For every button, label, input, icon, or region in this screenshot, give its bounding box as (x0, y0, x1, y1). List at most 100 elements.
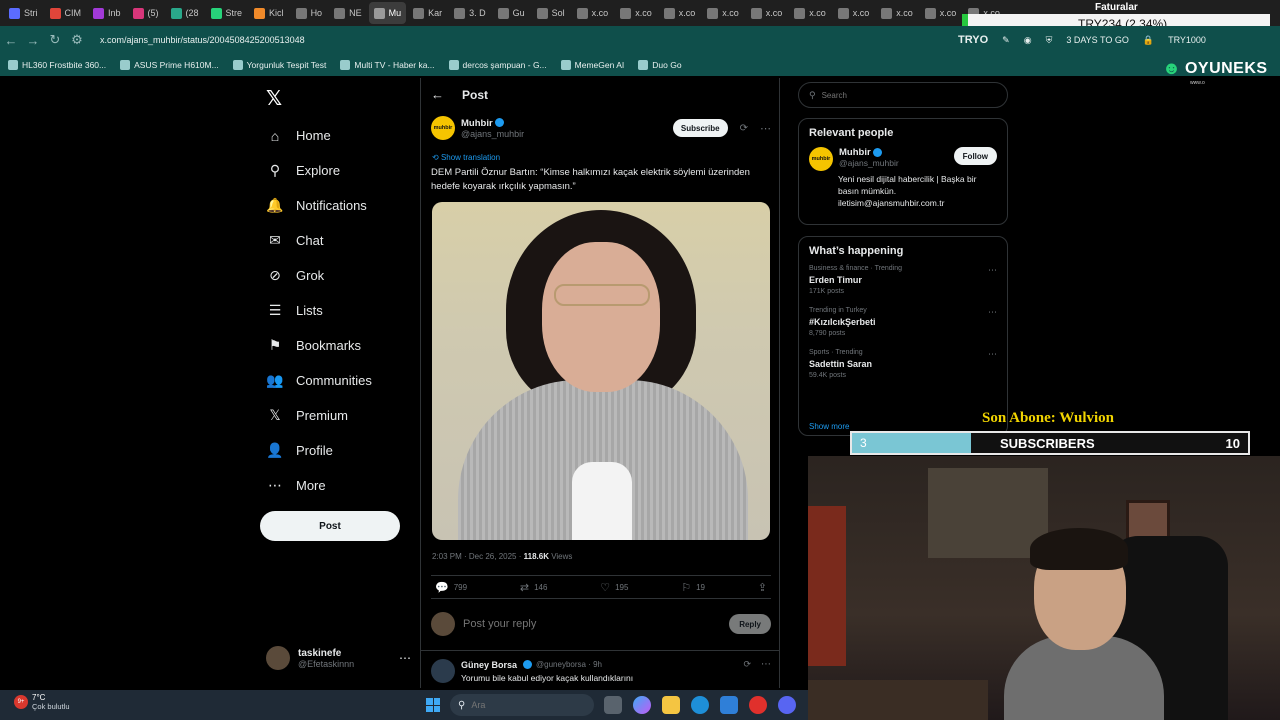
post-photo[interactable] (432, 202, 770, 540)
trend-item[interactable]: Business & finance · Trending Erden Timur… (809, 265, 997, 295)
discord-icon[interactable] (778, 696, 796, 714)
sidebar-item-lists[interactable]: ☰ Lists (266, 293, 416, 328)
sidebar-item-communities[interactable]: 👥 Communities (266, 363, 416, 398)
edit-icon[interactable]: ✎ (1002, 35, 1010, 46)
shield-icon[interactable]: ⛨ (1046, 35, 1053, 46)
post-time[interactable]: 2:03 PM · Dec 26, 2025 · (432, 552, 524, 561)
relevant-handle[interactable]: @ajans_muhbir (839, 158, 899, 168)
taskbar-search[interactable]: ⚲ (450, 694, 594, 716)
more-dots-icon[interactable]: ⋯ (760, 122, 771, 135)
bookmark-item[interactable]: MemeGen AI (560, 60, 624, 70)
browser-tab[interactable]: x.co (615, 2, 657, 24)
author-name[interactable]: Muhbir (461, 118, 493, 129)
store-icon[interactable] (720, 696, 738, 714)
reload-icon[interactable]: ↻ (44, 32, 66, 48)
back-arrow-icon[interactable]: ← (431, 87, 444, 102)
author-avatar[interactable]: muhbir (431, 116, 455, 140)
comment-author[interactable]: Güney Borsa (461, 660, 517, 670)
account-switcher[interactable]: taskinefe @Efetaskinnn ⋯ (266, 646, 411, 670)
browser-tab[interactable]: x.co (746, 2, 788, 24)
browser-tab[interactable]: x.co (876, 2, 918, 24)
trend-item[interactable]: Sports · Trending Sadettin Saran 59.4K pos… (809, 349, 997, 379)
bookmark-item[interactable]: ASUS Prime H610M... (120, 60, 219, 70)
show-translation-link[interactable]: ⟲ Show translation (432, 153, 500, 162)
sidebar-item-profile[interactable]: 👤 Profile (266, 433, 416, 468)
sidebar-item-premium[interactable]: 𝕏 Premium (266, 398, 416, 433)
browser-tab[interactable]: Stre (206, 2, 248, 24)
reply-button[interactable]: Reply (729, 614, 771, 634)
browser-tab[interactable]: NE (329, 2, 367, 24)
sidebar-item-notifications[interactable]: 🔔 Notifications (266, 188, 416, 223)
comment-handle[interactable]: @guneyborsa · 9h (536, 660, 602, 669)
bookmark-item[interactable]: Multi TV - Haber ka... (340, 60, 435, 70)
browser-tab[interactable]: (5) (128, 2, 164, 24)
sidebar-item-explore[interactable]: ⚲ Explore (266, 153, 416, 188)
sidebar-item-more[interactable]: ⋯ More (266, 468, 416, 503)
post-button[interactable]: Post (260, 511, 400, 541)
like-action[interactable]: ♡ 195 (600, 581, 628, 594)
share-action[interactable]: ⇪ (758, 581, 767, 594)
relevant-avatar[interactable]: muhbir (809, 147, 833, 171)
browser-tab[interactable]: x.co (572, 2, 614, 24)
grok-icon[interactable]: ⟳ (740, 123, 748, 134)
task-view-icon[interactable] (604, 696, 622, 714)
reply-action[interactable]: 💬 799 (435, 581, 467, 594)
browser-tab[interactable]: x.co (920, 2, 962, 24)
forward-arrow-icon[interactable]: → (22, 33, 44, 48)
camera-icon[interactable]: ◉ (1024, 35, 1032, 46)
trend-item[interactable]: Trending in Turkey #KızılcıkŞerbeti 8,790 … (809, 307, 997, 337)
sidebar-item-home[interactable]: ⌂ Home (266, 118, 416, 153)
browser-tab[interactable]: CIM (45, 2, 87, 24)
repost-action[interactable]: ⇄ 146 (520, 581, 548, 594)
browser-tab[interactable]: Mu (368, 2, 407, 24)
browser-tab[interactable]: Gu (493, 2, 530, 24)
browser-tab[interactable]: Ho (291, 2, 328, 24)
show-more-link[interactable]: Show more (809, 422, 849, 431)
relevant-name[interactable]: Muhbir (839, 147, 871, 158)
sidebar-item-grok[interactable]: ⊘ Grok (266, 258, 416, 293)
sidebar-item-chat[interactable]: ✉ Chat (266, 223, 416, 258)
bookmark-item[interactable]: HL360 Frostbite 360... (8, 60, 106, 70)
file-explorer-icon[interactable] (662, 696, 680, 714)
copilot-icon[interactable] (633, 696, 651, 714)
browser-tab[interactable]: Inb (88, 2, 126, 24)
browser-tab[interactable]: 3. D (449, 2, 491, 24)
search-input[interactable] (821, 90, 992, 100)
site-info-icon[interactable]: ⚙ (66, 32, 88, 48)
browser-tab[interactable]: Stri (4, 2, 43, 24)
bookmark-item[interactable]: dercos şampuan - G... (448, 60, 547, 70)
browser-tab[interactable]: x.co (833, 2, 875, 24)
more-dots-icon[interactable]: ⋯ (761, 659, 771, 670)
browser-tab[interactable]: x.co (659, 2, 701, 24)
grok-icon[interactable]: ⟳ (743, 659, 751, 670)
browser-tab[interactable]: x.co (789, 2, 831, 24)
browser-tab[interactable]: Kar (408, 2, 447, 24)
author-handle[interactable]: @ajans_muhbir (461, 129, 524, 139)
browser-tab[interactable]: Sol (532, 2, 570, 24)
list-item[interactable]: Güney Borsa @guneyborsa · 9h ⟳ ⋯ Yorumu … (421, 650, 779, 688)
back-arrow-icon[interactable]: ← (0, 33, 22, 48)
browser-tab[interactable]: x.co (702, 2, 744, 24)
follow-button[interactable]: Follow (953, 147, 997, 165)
browser-tab[interactable]: (28 (166, 2, 204, 24)
sidebar-item-bookmarks[interactable]: ⚑ Bookmarks (266, 328, 416, 363)
subscribe-button[interactable]: Subscribe (672, 119, 728, 137)
browser-tab[interactable]: Kicl (249, 2, 289, 24)
x-logo-icon[interactable]: 𝕏 (266, 86, 282, 111)
url-field[interactable]: x.com/ajans_muhbir/status/20045084252005… (100, 35, 305, 45)
taskbar-search-input[interactable] (471, 700, 562, 710)
more-dots-icon[interactable]: ⋯ (988, 265, 997, 276)
lock-icon[interactable]: 🔒 (1143, 35, 1154, 46)
search-bar[interactable]: ⚲ (798, 82, 1008, 108)
bookmark-item[interactable]: Yorgunluk Tespit Test (232, 60, 326, 70)
more-dots-icon[interactable]: ⋯ (399, 651, 411, 665)
more-dots-icon[interactable]: ⋯ (988, 307, 997, 318)
weather-widget[interactable]: 9+ 7°C Çok bulutlu (14, 693, 70, 711)
edge-icon[interactable] (691, 696, 709, 714)
opera-icon[interactable] (749, 696, 767, 714)
bookmark-item[interactable]: Duo Go (638, 60, 682, 70)
relevant-person-row[interactable]: muhbir Muhbir @ajans_muhbir Follow (809, 147, 997, 171)
reply-input[interactable] (463, 618, 703, 630)
windows-start-icon[interactable] (426, 698, 440, 712)
bookmark-action[interactable]: ⚐ 19 (681, 581, 705, 594)
